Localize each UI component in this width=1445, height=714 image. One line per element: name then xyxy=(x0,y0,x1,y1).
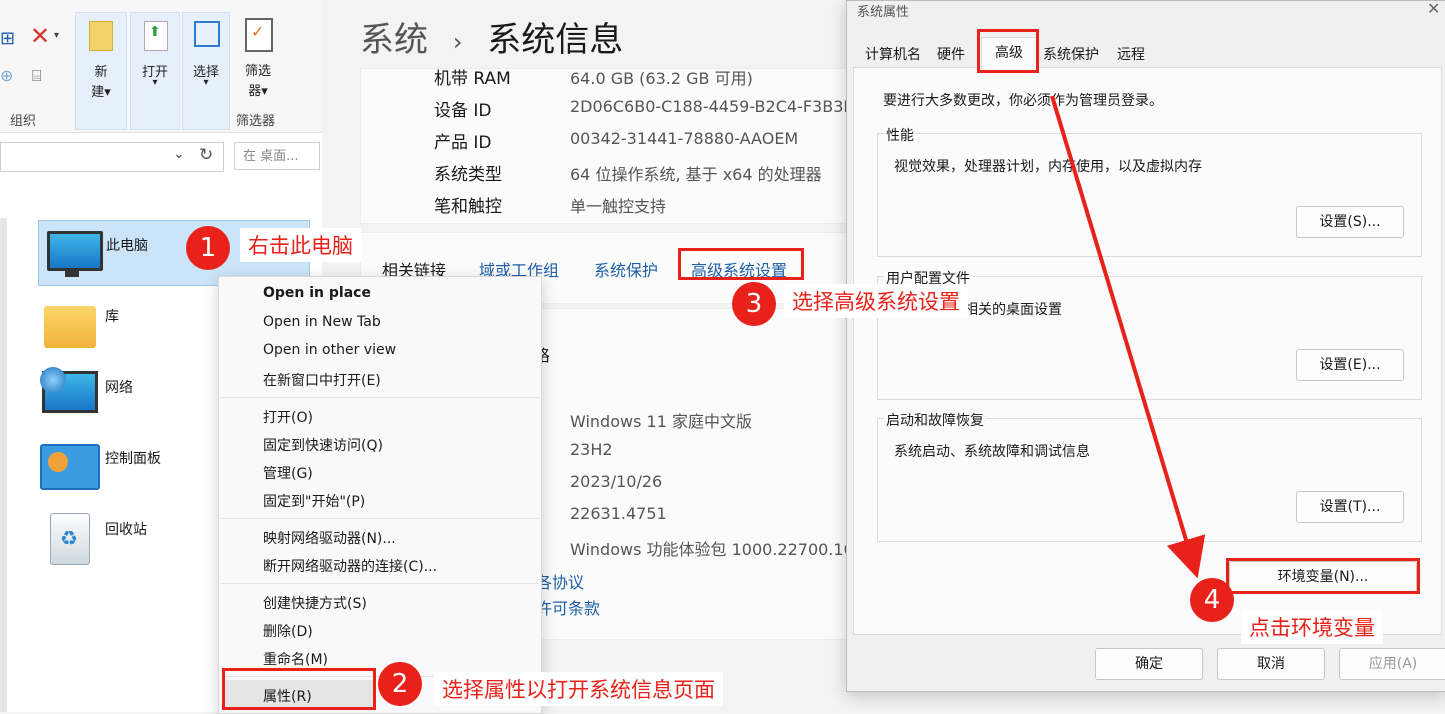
step-number-3: 3 xyxy=(732,282,776,326)
step-number-2: 2 xyxy=(378,662,422,706)
highlight-box-advanced-tab xyxy=(977,29,1039,73)
annotation-arrow xyxy=(1050,95,1206,579)
step-number-1: 1 xyxy=(186,226,230,270)
annotation-text-2: 选择属性以打开系统信息页面 xyxy=(434,672,723,706)
annotation-text-4: 点击环境变量 xyxy=(1241,610,1383,644)
highlight-box-properties xyxy=(222,668,376,710)
highlight-box-advanced-link xyxy=(678,248,804,280)
highlight-box-env-button xyxy=(1226,558,1420,594)
annotation-text-3: 选择高级系统设置 xyxy=(784,284,968,318)
annotation-text-1: 右击此电脑 xyxy=(240,228,361,262)
step-number-4: 4 xyxy=(1190,578,1234,622)
